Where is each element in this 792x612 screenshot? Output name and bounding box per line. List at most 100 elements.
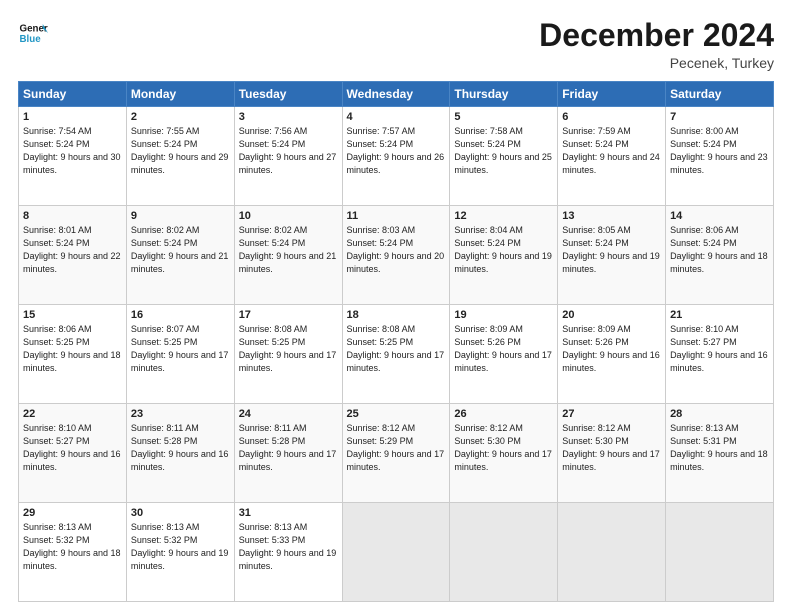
day-detail: Sunrise: 8:10 AMSunset: 5:27 PMDaylight:… [23, 422, 122, 474]
day-detail: Sunrise: 7:59 AMSunset: 5:24 PMDaylight:… [562, 125, 661, 177]
day-number: 1 [23, 111, 122, 123]
logo: General Blue [18, 18, 48, 48]
day-detail: Sunrise: 8:03 AMSunset: 5:24 PMDaylight:… [347, 224, 446, 276]
svg-text:Blue: Blue [20, 34, 42, 45]
day-number: 22 [23, 408, 122, 420]
page: General Blue December 2024 Pecenek, Turk… [0, 0, 792, 612]
day-detail: Sunrise: 8:01 AMSunset: 5:24 PMDaylight:… [23, 224, 122, 276]
calendar-cell: 23Sunrise: 8:11 AMSunset: 5:28 PMDayligh… [126, 404, 234, 503]
day-detail: Sunrise: 8:13 AMSunset: 5:33 PMDaylight:… [239, 521, 338, 573]
day-number: 6 [562, 111, 661, 123]
day-detail: Sunrise: 8:12 AMSunset: 5:30 PMDaylight:… [562, 422, 661, 474]
calendar-dow-friday: Friday [558, 82, 666, 107]
calendar-dow-monday: Monday [126, 82, 234, 107]
calendar-cell: 26Sunrise: 8:12 AMSunset: 5:30 PMDayligh… [450, 404, 558, 503]
day-number: 12 [454, 210, 553, 222]
calendar-cell: 11 Sunrise: 8:03 AMSunset: 5:24 PMDayligh… [342, 206, 450, 305]
day-number: 8 [23, 210, 122, 222]
calendar-week-5: 29 Sunrise: 8:13 AMSunset: 5:32 PMDayligh… [19, 503, 774, 602]
day-detail: Sunrise: 8:07 AMSunset: 5:25 PMDaylight:… [131, 323, 230, 375]
day-number: 21 [670, 309, 769, 321]
calendar-week-2: 8 Sunrise: 8:01 AMSunset: 5:24 PMDaylight… [19, 206, 774, 305]
calendar-cell: 25Sunrise: 8:12 AMSunset: 5:29 PMDayligh… [342, 404, 450, 503]
day-detail: Sunrise: 8:12 AMSunset: 5:29 PMDaylight:… [347, 422, 446, 474]
header: General Blue December 2024 Pecenek, Turk… [18, 18, 774, 71]
calendar-dow-saturday: Saturday [666, 82, 774, 107]
calendar-cell: 13Sunrise: 8:05 AMSunset: 5:24 PMDayligh… [558, 206, 666, 305]
day-detail: Sunrise: 8:06 AMSunset: 5:24 PMDaylight:… [670, 224, 769, 276]
day-number: 18 [347, 309, 446, 321]
day-detail: Sunrise: 8:08 AMSunset: 5:25 PMDaylight:… [239, 323, 338, 375]
subtitle: Pecenek, Turkey [539, 55, 774, 71]
calendar-cell: 18Sunrise: 8:08 AMSunset: 5:25 PMDayligh… [342, 305, 450, 404]
day-detail: Sunrise: 8:06 AMSunset: 5:25 PMDaylight:… [23, 323, 122, 375]
calendar-cell: 28Sunrise: 8:13 AMSunset: 5:31 PMDayligh… [666, 404, 774, 503]
calendar-cell: 19 Sunrise: 8:09 AMSunset: 5:26 PMDayligh… [450, 305, 558, 404]
day-number: 31 [239, 507, 338, 519]
day-number: 7 [670, 111, 769, 123]
calendar-week-3: 15 Sunrise: 8:06 AMSunset: 5:25 PMDayligh… [19, 305, 774, 404]
calendar-table: SundayMondayTuesdayWednesdayThursdayFrid… [18, 81, 774, 602]
main-title: December 2024 [539, 18, 774, 53]
day-number: 19 [454, 309, 553, 321]
day-number: 20 [562, 309, 661, 321]
calendar-cell [666, 503, 774, 602]
day-number: 29 [23, 507, 122, 519]
day-detail: Sunrise: 7:57 AMSunset: 5:24 PMDaylight:… [347, 125, 446, 177]
day-detail: Sunrise: 8:09 AMSunset: 5:26 PMDaylight:… [562, 323, 661, 375]
day-detail: Sunrise: 8:09 AMSunset: 5:26 PMDaylight:… [454, 323, 553, 375]
day-number: 28 [670, 408, 769, 420]
day-detail: Sunrise: 8:12 AMSunset: 5:30 PMDaylight:… [454, 422, 553, 474]
title-block: December 2024 Pecenek, Turkey [539, 18, 774, 71]
calendar-dow-tuesday: Tuesday [234, 82, 342, 107]
day-number: 9 [131, 210, 230, 222]
calendar-cell: 4 Sunrise: 7:57 AMSunset: 5:24 PMDaylight… [342, 107, 450, 206]
calendar-cell: 9 Sunrise: 8:02 AMSunset: 5:24 PMDaylight… [126, 206, 234, 305]
day-number: 15 [23, 309, 122, 321]
calendar-cell [558, 503, 666, 602]
calendar-week-1: 1 Sunrise: 7:54 AMSunset: 5:24 PMDaylight… [19, 107, 774, 206]
day-number: 10 [239, 210, 338, 222]
day-detail: Sunrise: 8:13 AMSunset: 5:32 PMDaylight:… [23, 521, 122, 573]
day-number: 4 [347, 111, 446, 123]
day-number: 17 [239, 309, 338, 321]
calendar-cell: 6 Sunrise: 7:59 AMSunset: 5:24 PMDaylight… [558, 107, 666, 206]
day-detail: Sunrise: 7:54 AMSunset: 5:24 PMDaylight:… [23, 125, 122, 177]
calendar-cell: 2Sunrise: 7:55 AMSunset: 5:24 PMDaylight… [126, 107, 234, 206]
calendar-cell: 3 Sunrise: 7:56 AMSunset: 5:24 PMDaylight… [234, 107, 342, 206]
calendar-cell: 16 Sunrise: 8:07 AMSunset: 5:25 PMDayligh… [126, 305, 234, 404]
calendar-cell: 1 Sunrise: 7:54 AMSunset: 5:24 PMDaylight… [19, 107, 127, 206]
calendar-week-4: 22 Sunrise: 8:10 AMSunset: 5:27 PMDayligh… [19, 404, 774, 503]
day-detail: Sunrise: 8:13 AMSunset: 5:32 PMDaylight:… [131, 521, 230, 573]
calendar-cell: 17 Sunrise: 8:08 AMSunset: 5:25 PMDayligh… [234, 305, 342, 404]
day-detail: Sunrise: 8:00 AMSunset: 5:24 PMDaylight:… [670, 125, 769, 177]
day-number: 24 [239, 408, 338, 420]
day-number: 3 [239, 111, 338, 123]
day-number: 11 [347, 210, 446, 222]
day-number: 13 [562, 210, 661, 222]
day-detail: Sunrise: 8:11 AMSunset: 5:28 PMDaylight:… [239, 422, 338, 474]
calendar-cell: 30 Sunrise: 8:13 AMSunset: 5:32 PMDayligh… [126, 503, 234, 602]
day-number: 30 [131, 507, 230, 519]
calendar-cell: 10 Sunrise: 8:02 AMSunset: 5:24 PMDayligh… [234, 206, 342, 305]
calendar-cell: 8 Sunrise: 8:01 AMSunset: 5:24 PMDaylight… [19, 206, 127, 305]
day-detail: Sunrise: 7:56 AMSunset: 5:24 PMDaylight:… [239, 125, 338, 177]
calendar-cell: 31 Sunrise: 8:13 AMSunset: 5:33 PMDayligh… [234, 503, 342, 602]
calendar-cell: 20 Sunrise: 8:09 AMSunset: 5:26 PMDayligh… [558, 305, 666, 404]
calendar-dow-sunday: Sunday [19, 82, 127, 107]
calendar-cell: 27 Sunrise: 8:12 AMSunset: 5:30 PMDayligh… [558, 404, 666, 503]
calendar-header-row: SundayMondayTuesdayWednesdayThursdayFrid… [19, 82, 774, 107]
day-detail: Sunrise: 8:02 AMSunset: 5:24 PMDaylight:… [131, 224, 230, 276]
calendar-cell: 14 Sunrise: 8:06 AMSunset: 5:24 PMDayligh… [666, 206, 774, 305]
day-number: 27 [562, 408, 661, 420]
day-number: 14 [670, 210, 769, 222]
day-detail: Sunrise: 7:58 AMSunset: 5:24 PMDaylight:… [454, 125, 553, 177]
calendar-cell: 5 Sunrise: 7:58 AMSunset: 5:24 PMDaylight… [450, 107, 558, 206]
day-number: 16 [131, 309, 230, 321]
day-detail: Sunrise: 8:10 AMSunset: 5:27 PMDaylight:… [670, 323, 769, 375]
calendar-cell: 22 Sunrise: 8:10 AMSunset: 5:27 PMDayligh… [19, 404, 127, 503]
day-number: 2 [131, 111, 230, 123]
day-detail: Sunrise: 8:11 AMSunset: 5:28 PMDaylight:… [131, 422, 230, 474]
day-detail: Sunrise: 8:02 AMSunset: 5:24 PMDaylight:… [239, 224, 338, 276]
day-number: 5 [454, 111, 553, 123]
